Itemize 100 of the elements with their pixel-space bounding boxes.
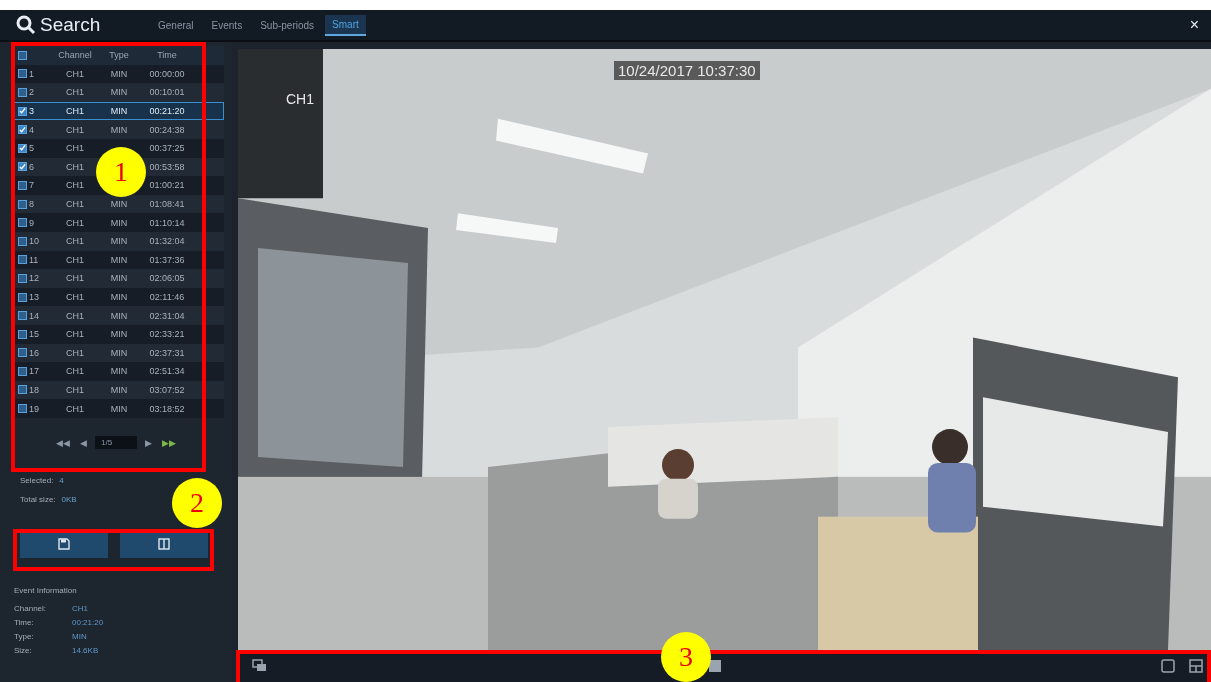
film-icon[interactable] (158, 537, 170, 550)
layout-icon[interactable] (1189, 659, 1203, 673)
checkbox[interactable] (17, 162, 27, 172)
field-label: Time: (14, 617, 35, 627)
table-cell-text: CH1 (65, 366, 85, 377)
tab[interactable]: Smart (325, 14, 366, 36)
last-page-button[interactable]: ▶▶ (160, 437, 178, 448)
checkbox[interactable] (17, 292, 27, 302)
row-number: 13 (29, 292, 40, 302)
field-label: Size: (14, 645, 33, 655)
tab[interactable]: General (151, 14, 201, 36)
table-cell-text: 03:18:52 (148, 403, 186, 414)
field-value: 14.6KB (72, 645, 99, 655)
table-cell-text: MIN (109, 273, 129, 284)
table-cell-text: CH1 (65, 124, 85, 135)
summary-value: 4 (59, 475, 64, 485)
row-number: 4 (29, 124, 35, 135)
checkbox[interactable] (17, 69, 27, 79)
checkbox[interactable] (17, 50, 27, 60)
table-cell-text: CH1 (65, 273, 85, 284)
column-header: Type (108, 50, 130, 61)
table-cell-text: MIN (109, 310, 129, 321)
checkbox[interactable] (17, 366, 27, 376)
row-number: 16 (29, 347, 40, 358)
checkbox[interactable] (17, 143, 27, 153)
field-value: MIN (72, 631, 87, 641)
summary-label: Total size: (20, 494, 56, 504)
table-cell-text: MIN (109, 292, 129, 302)
column-header: Channel (57, 50, 93, 61)
row-number: 6 (29, 161, 35, 172)
checkbox[interactable] (17, 180, 27, 190)
table-cell-text: MIN (109, 199, 129, 210)
table-cell-text: CH1 (65, 403, 85, 414)
table-cell-text: MIN (109, 366, 129, 377)
table-cell-text: CH1 (65, 292, 85, 302)
checkbox[interactable] (17, 106, 27, 116)
checkbox[interactable] (17, 273, 27, 283)
field-label: Channel: (14, 603, 48, 613)
table-cell-text: CH1 (65, 385, 85, 395)
table-cell-text: 00:00:00 (148, 68, 186, 79)
table-cell-text: 00:37:25 (148, 143, 186, 154)
field-value: 00:21:20 (72, 617, 104, 627)
table-cell-text: CH1 (65, 310, 85, 321)
save-icon[interactable] (58, 537, 70, 550)
checkbox[interactable] (17, 255, 27, 265)
table-cell-text: CH1 (65, 68, 85, 79)
table-cell-text: 00:24:38 (148, 124, 186, 135)
row-number: 10 (29, 236, 40, 247)
close-button[interactable]: × (1185, 16, 1203, 34)
checkbox[interactable] (17, 404, 27, 414)
checkbox[interactable] (17, 236, 27, 246)
table-cell-text: 02:11:46 (148, 292, 186, 302)
checkbox[interactable] (17, 311, 27, 321)
table-cell-text: CH1 (65, 199, 85, 210)
field-value: CH1 (72, 603, 88, 613)
table-cell-text: 03:07:52 (148, 385, 186, 395)
table-cell-text: 02:31:04 (148, 310, 186, 321)
checkbox[interactable] (17, 88, 27, 97)
page-field[interactable]: 1/5 (95, 436, 137, 450)
table-cell-text: MIN (109, 217, 129, 228)
previous-page-button[interactable]: ◀ (78, 437, 89, 448)
row-number: 7 (29, 180, 35, 191)
table-cell-text: 01:32:04 (148, 236, 186, 247)
next-page-button[interactable]: ▶ (143, 437, 154, 448)
table-cell-text: CH1 (65, 347, 85, 358)
checkbox[interactable] (17, 125, 27, 135)
summary-value: 0KB (61, 494, 77, 504)
row-number: 12 (29, 273, 40, 284)
row-number: 3 (29, 106, 35, 117)
checkbox[interactable] (17, 329, 27, 339)
checkbox[interactable] (17, 348, 27, 358)
window-title: Search (40, 14, 101, 36)
timestamp: 10/24/2017 10:37:30 (614, 61, 760, 80)
table-cell-text: 00:10:01 (148, 87, 186, 98)
checkbox[interactable] (17, 199, 27, 209)
table-cell-text: 00:21:20 (148, 106, 186, 117)
table-cell-text: CH1 (65, 254, 85, 265)
table-cell-text: 02:33:21 (148, 329, 186, 340)
table-cell-text: CH1 (65, 161, 85, 172)
summary-label: Selected: (20, 475, 54, 485)
row-number: 11 (29, 254, 40, 265)
row-number: 9 (29, 217, 35, 228)
fullscreen-icon[interactable] (1161, 659, 1175, 673)
table-cell-text: MIN (109, 106, 129, 117)
table-cell-text: 00:53:58 (148, 161, 186, 172)
tab[interactable]: Events (204, 14, 250, 36)
tab[interactable]: Sub-periods (253, 14, 322, 36)
layers-icon[interactable] (252, 659, 268, 673)
table-cell-text: MIN (109, 87, 129, 98)
grid-icon[interactable] (708, 660, 721, 672)
search-icon (16, 15, 36, 35)
table-cell-text: CH1 (65, 236, 85, 247)
first-page-button[interactable]: ◀◀ (54, 437, 72, 448)
checkbox[interactable] (17, 218, 27, 228)
table-cell-text: 01:08:41 (148, 199, 186, 210)
table-cell-text: CH1 (65, 143, 85, 154)
channel-label: CH1 (286, 91, 314, 107)
checkbox[interactable] (17, 385, 27, 395)
table-cell-text: MIN (109, 347, 129, 358)
table-cell-text: CH1 (65, 87, 85, 98)
